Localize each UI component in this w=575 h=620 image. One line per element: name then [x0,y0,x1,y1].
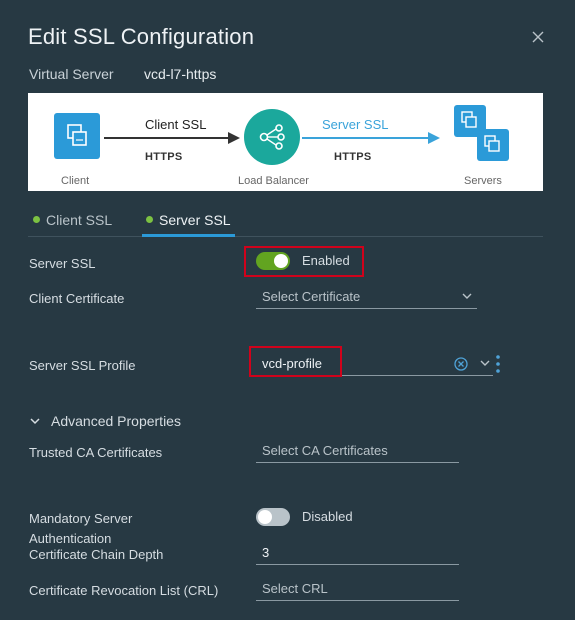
advanced-properties-toggle[interactable]: Advanced Properties [29,413,181,429]
server-https-text: HTTPS [334,151,372,163]
chain-depth-input[interactable]: 3 [256,543,459,565]
tab-server-ssl[interactable]: Server SSL [146,212,231,228]
status-dot-icon [146,216,153,223]
load-balancer-icon [244,109,300,165]
more-options-icon[interactable] [494,353,502,375]
server-ssl-label: Server SSL [29,256,96,271]
virtual-server-label: Virtual Server [29,66,114,82]
server-arrow [302,132,440,144]
edit-ssl-dialog: Edit SSL Configuration Virtual Server vc… [0,0,575,620]
client-https-text: HTTPS [145,151,183,163]
client-label: Client [61,175,90,187]
active-tab-indicator [142,234,235,237]
virtual-server-value: vcd-l7-https [144,66,217,82]
client-ssl-text: Client SSL [145,117,207,132]
client-icon [54,113,100,159]
chevron-down-icon [30,418,40,425]
tab-client-ssl[interactable]: Client SSL [33,212,112,228]
load-balancer-label: Load Balancer [238,175,309,187]
server-ssl-profile-label: Server SSL Profile [29,358,136,373]
mandatory-auth-label: Mandatory Server Authentication [29,511,133,546]
chevron-down-icon [462,293,472,299]
clear-icon[interactable] [454,357,468,371]
client-certificate-label: Client Certificate [29,291,125,306]
client-certificate-select[interactable]: Select Certificate [256,287,477,309]
trusted-ca-select[interactable]: Select CA Certificates [256,441,459,463]
crl-label: Certificate Revocation List (CRL) [29,583,219,598]
server-ssl-toggle[interactable] [256,252,290,270]
server-icon [477,129,509,161]
servers-label: Servers [464,175,502,187]
trusted-ca-label: Trusted CA Certificates [29,445,163,460]
mandatory-auth-toggle[interactable] [256,508,290,526]
dialog-title: Edit SSL Configuration [28,24,255,49]
client-arrow [104,132,240,144]
status-dot-icon [33,216,40,223]
mandatory-auth-state: Disabled [302,509,353,524]
ssl-tabs: Client SSL Server SSL [28,204,543,237]
ssl-flow-diagram: Client Client SSL HTTPS Load Balancer Se… [28,93,543,191]
close-icon[interactable] [528,27,548,47]
server-ssl-state: Enabled [302,253,350,268]
highlight-box [249,346,342,377]
server-ssl-text: Server SSL [322,117,389,132]
chain-depth-label: Certificate Chain Depth [29,547,164,562]
crl-select[interactable]: Select CRL [256,579,459,601]
chevron-down-icon [480,360,490,366]
